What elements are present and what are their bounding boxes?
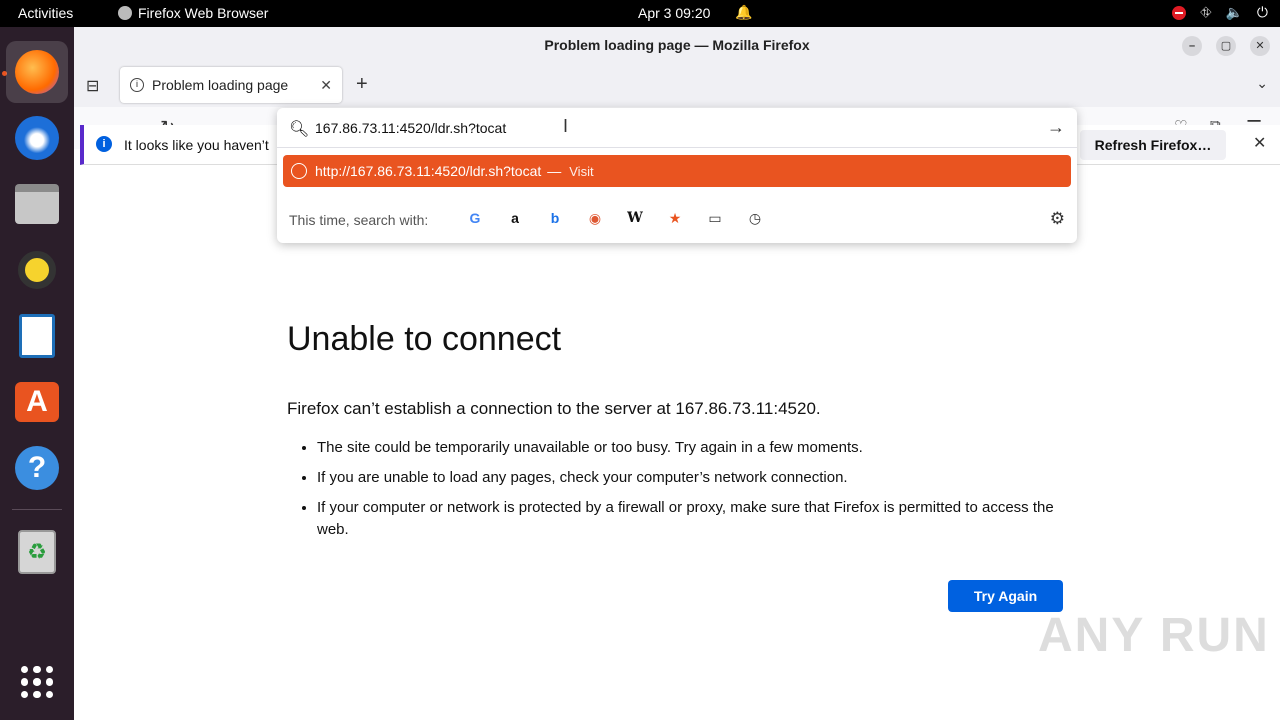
dock-firefox[interactable] (6, 41, 68, 103)
go-arrow-icon[interactable]: → (1047, 117, 1065, 138)
watermark: ANY RUN (1038, 609, 1270, 662)
writer-icon (19, 314, 55, 358)
tab-bar: ⊟ i Problem loading page ✕ + ⌄ (74, 63, 1280, 107)
tab-problem-loading[interactable]: i Problem loading page ✕ (120, 67, 342, 103)
tab-label: Problem loading page (152, 77, 289, 93)
firefox-icon (15, 50, 59, 94)
error-lead: Firefox can’t establish a connection to … (287, 399, 821, 418)
notification-text: It looks like you haven’t (124, 137, 269, 153)
list-item: The site could be temporarily unavailabl… (317, 437, 1067, 459)
close-window-button[interactable]: ✕ (1250, 36, 1270, 56)
tab-overview-icon[interactable]: ⊟ (86, 76, 99, 96)
refresh-firefox-button[interactable]: Refresh Firefox… (1080, 130, 1226, 160)
new-tab-button[interactable]: + (356, 73, 368, 96)
gear-icon[interactable]: ⚙ (1050, 209, 1065, 229)
top-bar: Activities Firefox Web Browser Apr 3 09:… (0, 0, 1280, 27)
dock-help[interactable]: ? (6, 437, 68, 499)
info-icon: i (96, 136, 112, 152)
rhythmbox-icon (18, 251, 56, 289)
url-input[interactable]: 167.86.73.11:4520/ldr.sh?tocat (315, 120, 506, 136)
duckduckgo-icon[interactable]: ◉ (587, 210, 603, 226)
grid-icon (21, 666, 53, 698)
error-content: Unable to connect Firefox can’t establis… (287, 320, 1067, 549)
suggestion-separator: — (547, 163, 562, 179)
close-tab-icon[interactable]: ✕ (320, 77, 332, 94)
help-icon: ? (15, 446, 59, 490)
urlbar[interactable]: 🔍︎ 167.86.73.11:4520/ldr.sh?tocat I → (277, 108, 1077, 148)
power-icon: ⏻ (1256, 4, 1268, 20)
globe-icon (291, 163, 307, 179)
dock-trash[interactable]: ♻ (6, 521, 68, 583)
clock[interactable]: Apr 3 09:20 (638, 5, 710, 21)
dock: A ? ♻ (0, 27, 74, 720)
title-bar: Problem loading page — Mozilla Firefox –… (74, 27, 1280, 63)
search-engines: G a b ◉ W ★ ▭ ◷ (467, 210, 763, 226)
list-item: If your computer or network is protected… (317, 497, 1067, 541)
bookmarks-icon[interactable]: ★ (667, 210, 683, 226)
dock-separator (12, 509, 62, 510)
search-icon: 🔍︎ (289, 121, 310, 138)
volume-icon: 🔈 (1225, 4, 1243, 20)
trash-icon: ♻ (18, 530, 56, 574)
tab-list-icon[interactable]: ⌄ (1256, 75, 1268, 92)
dock-files[interactable] (6, 173, 68, 235)
dock-app-center[interactable]: A (6, 371, 68, 433)
history-icon[interactable]: ◷ (747, 210, 763, 226)
network-icon: ⛗ (1200, 4, 1212, 20)
maximize-button[interactable]: ▢ (1216, 36, 1236, 56)
text-cursor-icon: I (563, 116, 569, 136)
clock-time: 09:20 (675, 5, 711, 21)
dock-rhythmbox[interactable] (6, 239, 68, 301)
suggestion-url: http://167.86.73.11:4520/ldr.sh?tocat (315, 163, 542, 179)
app-menu[interactable]: Firefox Web Browser (118, 5, 268, 21)
show-apps-button[interactable] (6, 651, 68, 713)
wikipedia-icon[interactable]: W (627, 210, 643, 226)
clock-date: Apr 3 (638, 5, 672, 21)
list-item: If you are unable to load any pages, che… (317, 467, 1067, 489)
dock-thunderbird[interactable] (6, 107, 68, 169)
minimize-button[interactable]: – (1182, 36, 1202, 56)
suggestion-action: Visit (569, 163, 594, 179)
firefox-icon (118, 6, 132, 20)
google-icon[interactable]: G (467, 210, 483, 226)
app-name: Firefox Web Browser (138, 5, 269, 21)
system-tray[interactable]: ⛗ 🔈 ⏻ (1172, 4, 1268, 21)
suggestion-row[interactable]: http://167.86.73.11:4520/ldr.sh?tocat — … (283, 155, 1071, 187)
close-notification-icon[interactable]: ✕ (1253, 133, 1266, 153)
dock-writer[interactable] (6, 305, 68, 367)
files-icon (15, 184, 59, 224)
window-title: Problem loading page — Mozilla Firefox (544, 37, 810, 53)
urlbar-dropdown: 🔍︎ 167.86.73.11:4520/ldr.sh?tocat I → ht… (277, 108, 1077, 243)
status-red-icon (1172, 5, 1187, 20)
bing-icon[interactable]: b (547, 210, 563, 226)
tabs-icon[interactable]: ▭ (707, 210, 723, 226)
search-with-label: This time, search with: (289, 212, 429, 228)
thunderbird-icon (15, 116, 59, 160)
app-center-icon: A (15, 382, 59, 422)
activities-button[interactable]: Activities (18, 5, 73, 21)
amazon-icon[interactable]: a (507, 210, 523, 226)
info-icon: i (130, 78, 144, 92)
bell-icon[interactable]: 🔔 (735, 4, 752, 21)
error-list: The site could be temporarily unavailabl… (287, 437, 1067, 541)
error-title: Unable to connect (287, 320, 562, 358)
